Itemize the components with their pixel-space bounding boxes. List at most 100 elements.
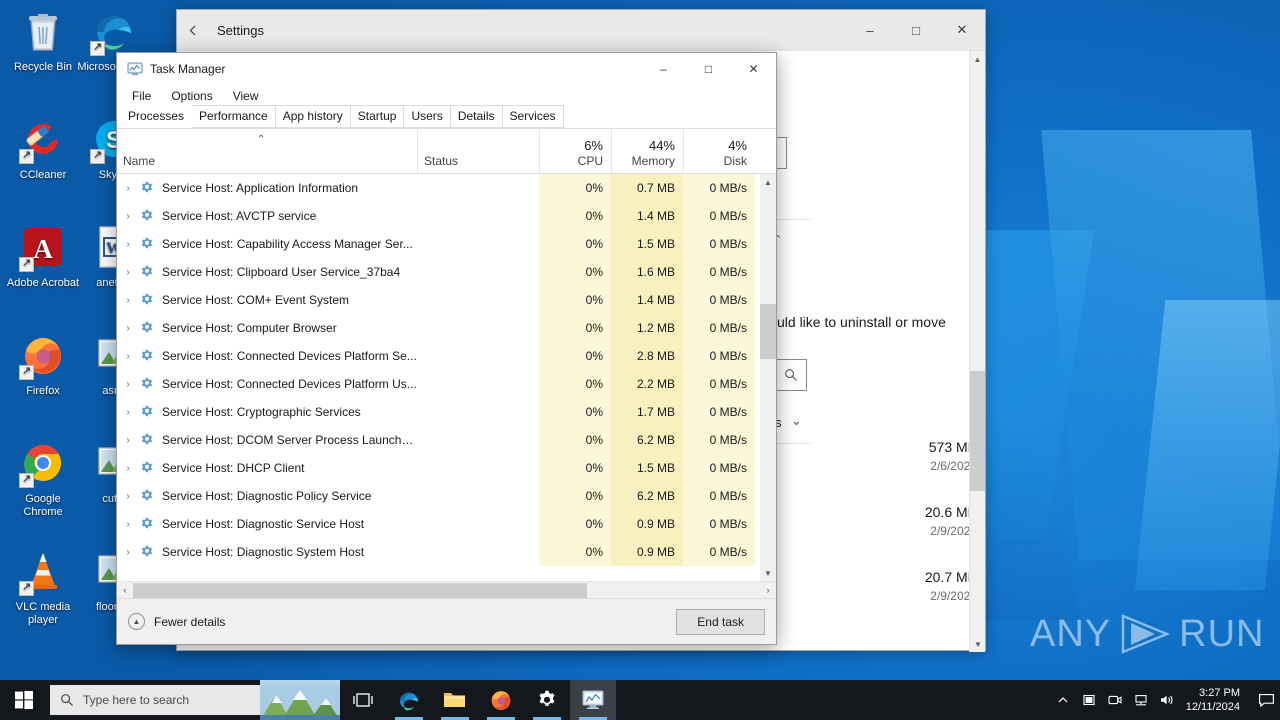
process-row[interactable]: › Service Host: Cryptographic Services 0% 1… bbox=[117, 398, 776, 426]
desktop-icon-vlc-media-player[interactable]: VLC media player bbox=[5, 548, 81, 626]
vertical-scrollbar-thumb[interactable] bbox=[760, 304, 776, 359]
desktop-icon-ccleaner[interactable]: CCleaner bbox=[5, 116, 81, 182]
expand-chevron-icon[interactable]: › bbox=[117, 379, 139, 390]
settings-back-button[interactable] bbox=[180, 10, 206, 51]
taskbar-search-box[interactable]: Type here to search bbox=[50, 685, 260, 715]
process-list-horizontal-scrollbar[interactable]: ‹ › bbox=[117, 581, 776, 598]
expand-chevron-icon[interactable]: › bbox=[117, 267, 139, 278]
expand-chevron-icon[interactable]: › bbox=[117, 323, 139, 334]
process-list-vertical-scrollbar[interactable]: ▲ ▼ bbox=[760, 174, 776, 581]
tray-camera-icon-button[interactable] bbox=[1102, 680, 1128, 720]
process-row[interactable]: › Service Host: Clipboard User Service_37… bbox=[117, 258, 776, 286]
column-header-cpu[interactable]: 6% CPU bbox=[539, 129, 611, 173]
process-row[interactable]: › Service Host: Computer Browser 0% 1.2 MB 0… bbox=[117, 314, 776, 342]
scroll-down-arrow-icon[interactable]: ▼ bbox=[760, 565, 776, 581]
menu-item-options[interactable]: Options bbox=[163, 87, 220, 105]
fewer-details-button[interactable]: ▲ Fewer details bbox=[128, 613, 225, 630]
desktop-icon-google-chrome[interactable]: Google Chrome bbox=[5, 440, 81, 518]
process-cpu-cell: 0% bbox=[539, 454, 611, 482]
tab-startup[interactable]: Startup bbox=[349, 105, 405, 128]
scroll-up-arrow-icon[interactable]: ▲ bbox=[970, 51, 985, 67]
cortana-image-button[interactable] bbox=[260, 680, 340, 720]
task-manager-window[interactable]: Task Manager – □ ✕ File Options View Proce… bbox=[116, 52, 777, 645]
tray-network-icon-button[interactable] bbox=[1128, 680, 1154, 720]
expand-chevron-icon[interactable]: › bbox=[117, 463, 139, 474]
tab-performance[interactable]: Performance bbox=[191, 105, 276, 128]
scroll-down-arrow-icon[interactable]: ▼ bbox=[970, 636, 985, 652]
end-task-button[interactable]: End task bbox=[676, 608, 765, 635]
tab-users[interactable]: Users bbox=[403, 105, 451, 128]
task-view-button[interactable] bbox=[340, 680, 386, 720]
column-header-status[interactable]: Status bbox=[417, 129, 539, 173]
column-header-name[interactable]: Name bbox=[117, 129, 417, 173]
process-row[interactable]: › Service Host: Diagnostic Service Host 0%… bbox=[117, 510, 776, 538]
process-row[interactable]: › Service Host: Connected Devices Platfor… bbox=[117, 370, 776, 398]
scroll-right-arrow-icon[interactable]: › bbox=[760, 582, 776, 599]
task-manager-close-button[interactable]: ✕ bbox=[731, 53, 776, 84]
task-manager-maximize-button[interactable]: □ bbox=[686, 53, 731, 84]
anyrun-play-logo-icon bbox=[1121, 614, 1171, 654]
expand-chevron-icon[interactable]: › bbox=[117, 435, 139, 446]
column-header-memory[interactable]: 44% Memory bbox=[611, 129, 683, 173]
process-row[interactable]: › Service Host: COM+ Event System 0% 1.4 MB… bbox=[117, 286, 776, 314]
tab-services[interactable]: Services bbox=[501, 105, 564, 128]
settings-maximize-button[interactable]: □ bbox=[893, 10, 939, 51]
process-row[interactable]: › Service Host: Application Information 0%… bbox=[117, 174, 776, 202]
horizontal-scrollbar-thumb[interactable] bbox=[133, 582, 587, 598]
service-host-gear-icon bbox=[139, 292, 155, 308]
desktop-icon-adobe-acrobat[interactable]: A Adobe Acrobat bbox=[5, 224, 81, 290]
show-hidden-icons-button[interactable] bbox=[1050, 680, 1076, 720]
process-row[interactable]: › Service Host: Diagnostic Policy Service… bbox=[117, 482, 776, 510]
expand-chevron-icon[interactable]: › bbox=[117, 407, 139, 418]
tab-processes[interactable]: Processes bbox=[120, 105, 193, 128]
expand-chevron-icon[interactable]: › bbox=[117, 491, 139, 502]
process-row[interactable]: › Service Host: DHCP Client 0% 1.5 MB 0 MB/s bbox=[117, 454, 776, 482]
task-manager-titlebar[interactable]: Task Manager – □ ✕ bbox=[117, 53, 776, 84]
task-manager-icon bbox=[127, 61, 143, 77]
menu-item-view[interactable]: View bbox=[225, 87, 267, 105]
chevron-down-icon[interactable]: ⌄ bbox=[791, 413, 802, 429]
column-header-disk[interactable]: 4% Disk bbox=[683, 129, 755, 173]
expand-chevron-icon[interactable]: › bbox=[117, 239, 139, 250]
expand-chevron-icon[interactable]: › bbox=[117, 351, 139, 362]
settings-button[interactable] bbox=[524, 680, 570, 720]
scroll-up-arrow-icon[interactable]: ▲ bbox=[760, 174, 776, 190]
expand-chevron-icon[interactable]: › bbox=[117, 211, 139, 222]
menu-item-file[interactable]: File bbox=[124, 87, 159, 105]
expand-chevron-icon[interactable]: › bbox=[117, 547, 139, 558]
process-row[interactable]: › Service Host: DCOM Server Process Launc… bbox=[117, 426, 776, 454]
task-manager-button[interactable] bbox=[570, 680, 616, 720]
desktop-icon-firefox[interactable]: Firefox bbox=[5, 332, 81, 398]
action-center-button[interactable] bbox=[1252, 680, 1280, 720]
process-row[interactable]: › Service Host: AVCTP service 0% 1.4 MB 0 MB… bbox=[117, 202, 776, 230]
tab-app-history[interactable]: App history bbox=[274, 105, 351, 128]
expand-chevron-icon[interactable]: › bbox=[117, 519, 139, 530]
desktop-icon-recycle-bin[interactable]: Recycle Bin bbox=[5, 8, 81, 74]
horizontal-scrollbar-track[interactable] bbox=[133, 582, 760, 599]
task-manager-minimize-button[interactable]: – bbox=[641, 53, 686, 84]
scroll-left-arrow-icon[interactable]: ‹ bbox=[117, 582, 133, 599]
expand-chevron-icon[interactable]: › bbox=[117, 295, 139, 306]
process-name-label: Service Host: DHCP Client bbox=[162, 461, 305, 475]
settings-close-button[interactable]: ✕ bbox=[939, 10, 985, 51]
settings-scrollbar-thumb[interactable] bbox=[970, 371, 985, 491]
start-button[interactable] bbox=[0, 680, 48, 720]
settings-search-box[interactable] bbox=[775, 359, 807, 391]
process-row[interactable]: › Service Host: Capability Access Manager… bbox=[117, 230, 776, 258]
settings-scrollbar[interactable]: ▲ ▼ bbox=[969, 51, 985, 652]
network-icon bbox=[1135, 695, 1147, 706]
settings-titlebar[interactable]: Settings – □ ✕ bbox=[177, 10, 985, 51]
microsoft-edge-button[interactable] bbox=[386, 680, 432, 720]
taskbar-clock[interactable]: 3:27 PM 12/11/2024 bbox=[1180, 680, 1252, 720]
firefox-button[interactable] bbox=[478, 680, 524, 720]
process-row[interactable]: › Service Host: Diagnostic System Host 0% 0… bbox=[117, 538, 776, 566]
tray-volume-icon-button[interactable] bbox=[1154, 680, 1180, 720]
file-explorer-button[interactable] bbox=[432, 680, 478, 720]
process-row[interactable]: › Service Host: Connected Devices Platfor… bbox=[117, 342, 776, 370]
settings-minimize-button[interactable]: – bbox=[847, 10, 893, 51]
process-disk-cell: 0 MB/s bbox=[683, 398, 755, 426]
expand-chevron-icon[interactable]: › bbox=[117, 183, 139, 194]
process-name-label: Service Host: Diagnostic System Host bbox=[162, 545, 365, 559]
tab-details[interactable]: Details bbox=[449, 105, 503, 128]
tray-battery-icon-button[interactable] bbox=[1076, 680, 1102, 720]
